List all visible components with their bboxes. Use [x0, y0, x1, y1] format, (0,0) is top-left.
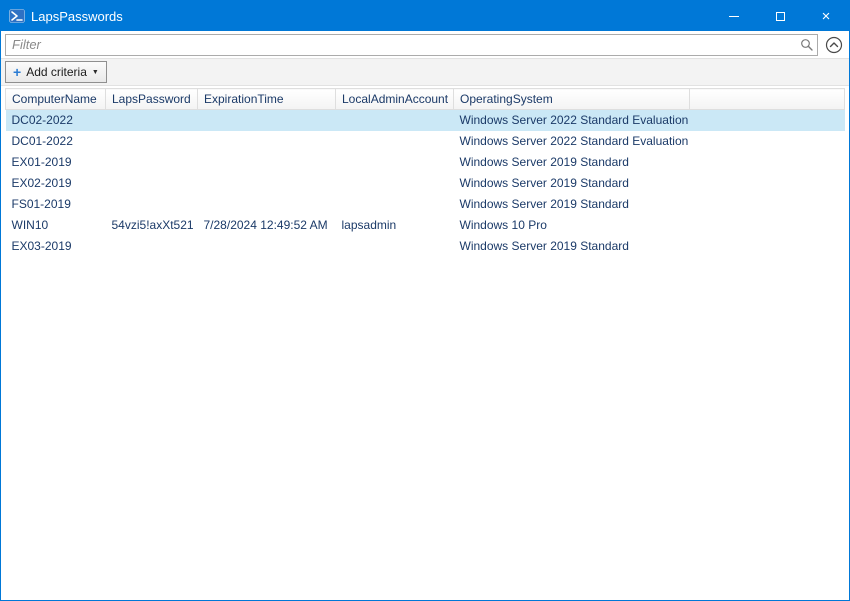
- filter-input[interactable]: [6, 35, 800, 55]
- cell-lapspassword: [106, 152, 198, 173]
- add-criteria-button[interactable]: + Add criteria ▼: [5, 61, 107, 83]
- powershell-icon: [9, 8, 25, 24]
- cell-lapspassword: [106, 194, 198, 215]
- cell-lapspassword: [106, 236, 198, 257]
- maximize-button[interactable]: [757, 1, 803, 31]
- cell-filler: [690, 173, 845, 194]
- table-row[interactable]: EX03-2019 Windows Server 2019 Standard: [6, 236, 845, 257]
- search-icon: [800, 38, 813, 51]
- cell-localadminaccount: lapsadmin: [336, 215, 454, 236]
- cell-operatingsystem: Windows Server 2019 Standard: [454, 173, 690, 194]
- cell-computername: EX03-2019: [6, 236, 106, 257]
- cell-localadminaccount: [336, 236, 454, 257]
- minimize-icon: [729, 16, 739, 17]
- cell-operatingsystem: Windows Server 2019 Standard: [454, 194, 690, 215]
- cell-expirationtime: [198, 236, 336, 257]
- cell-filler: [690, 194, 845, 215]
- cell-operatingsystem: Windows Server 2019 Standard: [454, 152, 690, 173]
- close-icon: ×: [822, 9, 831, 24]
- window-controls: ×: [711, 1, 849, 31]
- cell-operatingsystem: Windows 10 Pro: [454, 215, 690, 236]
- grid-body: DC02-2022 Windows Server 2022 Standard Ev…: [6, 110, 845, 257]
- cell-operatingsystem: Windows Server 2022 Standard Evaluation: [454, 110, 690, 131]
- table-row[interactable]: DC02-2022 Windows Server 2022 Standard Ev…: [6, 110, 845, 131]
- cell-operatingsystem: Windows Server 2022 Standard Evaluation: [454, 131, 690, 152]
- table-row[interactable]: EX01-2019 Windows Server 2019 Standard: [6, 152, 845, 173]
- cell-computername: EX01-2019: [6, 152, 106, 173]
- filter-box: [5, 34, 818, 56]
- cell-localadminaccount: [336, 173, 454, 194]
- collapse-criteria-button[interactable]: [823, 34, 845, 56]
- cell-filler: [690, 236, 845, 257]
- results-grid: ComputerName LapsPassword ExpirationTime…: [1, 86, 849, 600]
- cell-computername: DC02-2022: [6, 110, 106, 131]
- criteria-toolbar: + Add criteria ▼: [1, 58, 849, 86]
- close-button[interactable]: ×: [803, 1, 849, 31]
- cell-filler: [690, 215, 845, 236]
- cell-localadminaccount: [336, 152, 454, 173]
- column-header-computername[interactable]: ComputerName: [6, 89, 106, 110]
- column-header-expirationtime[interactable]: ExpirationTime: [198, 89, 336, 110]
- cell-expirationtime: 7/28/2024 12:49:52 AM: [198, 215, 336, 236]
- column-header-operatingsystem[interactable]: OperatingSystem: [454, 89, 690, 110]
- column-header-lapspassword[interactable]: LapsPassword: [106, 89, 198, 110]
- cell-filler: [690, 110, 845, 131]
- app-window: LapsPasswords × + Ad: [0, 0, 850, 601]
- plus-icon: +: [13, 66, 21, 78]
- chevron-up-circle-icon: [825, 36, 843, 54]
- cell-expirationtime: [198, 194, 336, 215]
- cell-filler: [690, 131, 845, 152]
- cell-lapspassword: 54vzi5!axXt521: [106, 215, 198, 236]
- cell-expirationtime: [198, 152, 336, 173]
- cell-expirationtime: [198, 131, 336, 152]
- cell-computername: FS01-2019: [6, 194, 106, 215]
- cell-computername: DC01-2022: [6, 131, 106, 152]
- window-title: LapsPasswords: [31, 9, 711, 24]
- cell-computername: WIN10: [6, 215, 106, 236]
- cell-expirationtime: [198, 173, 336, 194]
- cell-lapspassword: [106, 110, 198, 131]
- add-criteria-label: Add criteria: [26, 65, 87, 79]
- table-row[interactable]: WIN1054vzi5!axXt5217/28/2024 12:49:52 AM…: [6, 215, 845, 236]
- column-header-filler: [690, 89, 845, 110]
- cell-localadminaccount: [336, 131, 454, 152]
- titlebar: LapsPasswords ×: [1, 1, 849, 31]
- table-row[interactable]: FS01-2019 Windows Server 2019 Standard: [6, 194, 845, 215]
- cell-localadminaccount: [336, 110, 454, 131]
- cell-lapspassword: [106, 131, 198, 152]
- minimize-button[interactable]: [711, 1, 757, 31]
- table-row[interactable]: EX02-2019 Windows Server 2019 Standard: [6, 173, 845, 194]
- cell-localadminaccount: [336, 194, 454, 215]
- cell-expirationtime: [198, 110, 336, 131]
- cell-operatingsystem: Windows Server 2019 Standard: [454, 236, 690, 257]
- table-row[interactable]: DC01-2022 Windows Server 2022 Standard Ev…: [6, 131, 845, 152]
- chevron-down-icon: ▼: [92, 69, 99, 76]
- grid-header-row: ComputerName LapsPassword ExpirationTime…: [6, 89, 845, 110]
- cell-filler: [690, 152, 845, 173]
- column-header-localadminaccount[interactable]: LocalAdminAccount: [336, 89, 454, 110]
- cell-lapspassword: [106, 173, 198, 194]
- filter-row: [1, 31, 849, 58]
- maximize-icon: [776, 12, 785, 21]
- cell-computername: EX02-2019: [6, 173, 106, 194]
